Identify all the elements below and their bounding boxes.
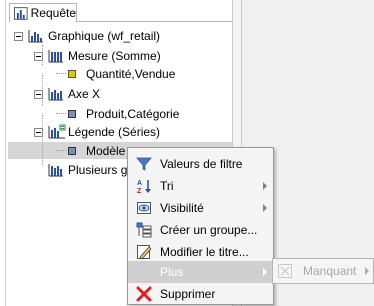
tree-item-measure-field[interactable]: Quantité,Vendue <box>86 66 175 82</box>
collapse-toggle[interactable] <box>34 52 43 61</box>
missing-icon <box>278 264 292 278</box>
collapse-toggle[interactable] <box>34 128 43 137</box>
svg-text:Z: Z <box>137 188 142 194</box>
tree-item-root[interactable]: Graphique (wf_retail) <box>48 28 160 44</box>
menu-item-missing[interactable]: Manquant <box>273 259 373 283</box>
chart-icon <box>14 6 28 20</box>
visibility-icon <box>137 202 151 214</box>
dimension-field-icon <box>68 147 76 155</box>
panel-border <box>5 0 6 306</box>
tree-connector <box>56 73 66 74</box>
context-menu: Valeurs de filtre A Z Tri Visibilité Cré… <box>127 147 274 305</box>
submenu-arrow-icon <box>365 267 369 275</box>
tree-connector <box>56 113 66 114</box>
svg-text:A: A <box>137 180 142 187</box>
delete-icon <box>136 286 152 302</box>
edit-title-icon <box>137 245 152 260</box>
tab-requete[interactable]: Requête <box>9 3 77 22</box>
collapse-toggle[interactable] <box>14 32 23 41</box>
sort-az-icon: A Z <box>137 180 151 194</box>
menu-item-filter-values[interactable]: Valeurs de filtre <box>128 153 273 175</box>
tab-divider <box>77 21 232 22</box>
tree-connector <box>56 150 66 151</box>
menu-item-edit-title[interactable]: Modifier le titre... <box>128 241 273 263</box>
collapse-toggle[interactable] <box>34 90 43 99</box>
menu-item-sort[interactable]: A Z Tri <box>128 175 273 197</box>
tree-item-xaxis[interactable]: Axe X <box>68 86 100 102</box>
menu-item-delete[interactable]: Supprimer <box>128 283 273 305</box>
multi-chart-icon <box>48 164 63 177</box>
tree-item-legend-field[interactable]: Modèle <box>86 143 125 159</box>
measure-icon <box>48 50 63 63</box>
group-icon <box>136 222 152 238</box>
menu-item-visibility[interactable]: Visibilité <box>128 197 273 219</box>
tab-label: Requête <box>30 6 76 20</box>
dimension-field-icon <box>68 110 76 118</box>
chart-icon <box>28 30 43 43</box>
tree-item-measure[interactable]: Mesure (Somme) <box>68 48 161 64</box>
submenu-arrow-icon <box>263 204 267 212</box>
menu-item-more[interactable]: Plus <box>128 261 273 283</box>
more-submenu: Manquant <box>272 258 374 284</box>
legend-icon <box>48 124 66 139</box>
tree-connector <box>42 115 43 165</box>
axis-icon <box>48 88 63 101</box>
tree-item-legend[interactable]: Légende (Séries) <box>68 124 160 140</box>
submenu-arrow-icon <box>263 268 267 276</box>
submenu-arrow-icon <box>263 182 267 190</box>
filter-icon <box>136 157 152 171</box>
measure-field-icon <box>68 70 76 78</box>
tree-item-xaxis-field[interactable]: Produit,Catégorie <box>86 106 179 122</box>
menu-item-create-group[interactable]: Créer un groupe... <box>128 219 273 241</box>
